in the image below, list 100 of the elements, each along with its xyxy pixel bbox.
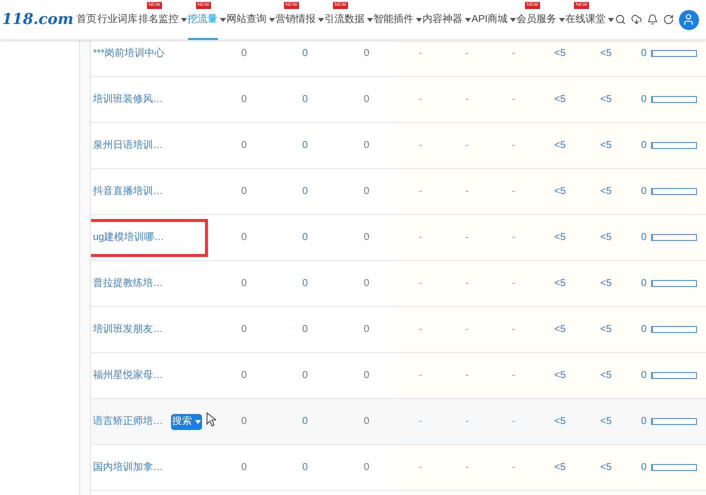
table-cell-text: 0 [302, 231, 308, 245]
table-cell-text: 0 [241, 185, 247, 199]
nav-item[interactable]: 智能插件 [374, 12, 422, 28]
table-cell-text: - [465, 323, 469, 337]
table-cell-text: 0 [364, 369, 370, 383]
table-cell-text: 0 [641, 323, 647, 337]
table-cell-text: 0 [641, 231, 647, 245]
keyword-link[interactable]: 泉州日语培训… [93, 138, 163, 153]
keyword-link[interactable]: 培训班装修风… [93, 92, 163, 107]
table-cell-text: - [512, 185, 516, 199]
table-cell-text: <5 [600, 323, 612, 337]
nav-item[interactable]: 排名监控 [138, 12, 187, 28]
keyword-link[interactable]: 抖音直播培训… [93, 184, 163, 199]
search-dropdown-button[interactable]: 搜索 [171, 414, 202, 430]
table-cell-text: <5 [554, 185, 566, 199]
table-cell-text: - [418, 323, 422, 337]
nav-item[interactable]: 会员服务 [516, 12, 565, 28]
table-cell-text: <5 [600, 185, 612, 199]
table-cell-text: 0 [241, 461, 247, 475]
table-cell-text: 0 [302, 47, 308, 61]
table-cell-text: <5 [554, 461, 566, 475]
keyword-link[interactable]: ug建模培训哪… [93, 230, 164, 245]
table-cell-text: 0 [302, 185, 308, 199]
keyword-link[interactable]: 国内培训加拿… [93, 460, 163, 475]
nav-item[interactable]: 挖流量 [188, 12, 226, 28]
table-cell-text: - [418, 461, 422, 475]
table-cell-text: 0 [302, 415, 308, 429]
table-cell-text: - [418, 185, 422, 199]
table-cell-text: 0 [241, 139, 247, 153]
nav-item[interactable]: 内容神器 [422, 12, 471, 28]
table-cell-text: <5 [554, 93, 566, 107]
nav-item[interactable]: 行业词库 [98, 12, 138, 28]
table-cell-text: <5 [600, 93, 612, 107]
table-cell-text: 0 [641, 185, 647, 199]
table-cell-text: - [418, 47, 422, 61]
site-logo[interactable]: 118.com [2, 8, 74, 31]
table-cell-text: 0 [641, 415, 647, 429]
table-cell-text: 0 [641, 93, 647, 107]
table-cell-text: <5 [600, 277, 612, 291]
table-cell-text: - [512, 415, 516, 429]
table-cell-text: 0 [364, 47, 370, 61]
table-cell-text: <5 [554, 415, 566, 429]
table-cell-text: 0 [364, 461, 370, 475]
nav-item[interactable]: 营销情报 [276, 12, 324, 28]
table-cell-text: <5 [554, 231, 566, 245]
table-cell-text: <5 [554, 139, 566, 153]
table-cell-text: 0 [364, 277, 370, 291]
nav-item[interactable]: API商城 [472, 12, 516, 28]
table-cell-text: <5 [600, 47, 612, 61]
table-cell-text: - [418, 369, 422, 383]
table-cell-text: 0 [641, 139, 647, 153]
table-cell-text: - [418, 231, 422, 245]
keyword-link[interactable]: 培训班发朋友… [93, 322, 163, 337]
table-cell-text: - [465, 461, 469, 475]
table-cell-text: 0 [241, 93, 247, 107]
table-cell-text: 0 [364, 93, 370, 107]
table-cell-text: <5 [554, 47, 566, 61]
keyword-link[interactable]: ***岗前培训中心 [93, 46, 165, 61]
table-cell-text: 0 [641, 369, 647, 383]
nav-item[interactable]: 首页 [76, 12, 97, 28]
table-cell-text: 0 [364, 323, 370, 337]
table-cell-text: 0 [241, 323, 247, 337]
table-cell-text: 0 [241, 277, 247, 291]
table-cell-text: - [465, 93, 469, 107]
table-cell-text: - [512, 93, 516, 107]
table-cell-text: - [465, 415, 469, 429]
table-cell-text: <5 [600, 139, 612, 153]
nav-item[interactable]: 网站查询 [226, 12, 275, 28]
table-cell-text: 0 [364, 415, 370, 429]
table-cell-text: - [465, 369, 469, 383]
table-cell-text: - [418, 415, 422, 429]
table-cell-text: <5 [600, 415, 612, 429]
nav-item[interactable]: 引流数据 [324, 12, 373, 28]
table-cell-text: 0 [302, 93, 308, 107]
table-cell-text: - [465, 185, 469, 199]
keyword-link[interactable]: 福州星悦家母… [93, 368, 163, 383]
table-cell-text: 0 [364, 231, 370, 245]
table-cell-text: <5 [554, 277, 566, 291]
table-cell-text: 0 [302, 139, 308, 153]
table-cell-text: - [512, 139, 516, 153]
table-cell-text: 0 [241, 231, 247, 245]
table-cell-text: - [512, 461, 516, 475]
table-cell-text: - [465, 277, 469, 291]
table-cell-text: 0 [302, 369, 308, 383]
keyword-link[interactable]: 普拉提教练培… [93, 276, 163, 291]
nav-item[interactable]: 在线课堂 [566, 12, 614, 28]
table-cell-text: <5 [600, 461, 612, 475]
table-cell-text: 0 [302, 323, 308, 337]
table-cell-text: <5 [600, 231, 612, 245]
table-cell-text: <5 [600, 369, 612, 383]
table-cell-text: 0 [641, 461, 647, 475]
table-cell-text: 0 [641, 277, 647, 291]
table-cell-text: <5 [554, 323, 566, 337]
table-cell-text: 0 [364, 185, 370, 199]
table-cell-text: - [512, 47, 516, 61]
table-cell-text: 0 [302, 461, 308, 475]
table-cell-text: - [418, 139, 422, 153]
table-cell-text: 0 [641, 47, 647, 61]
keyword-link[interactable]: 语言矫正师培… [93, 414, 163, 429]
table-cell-text: - [418, 93, 422, 107]
